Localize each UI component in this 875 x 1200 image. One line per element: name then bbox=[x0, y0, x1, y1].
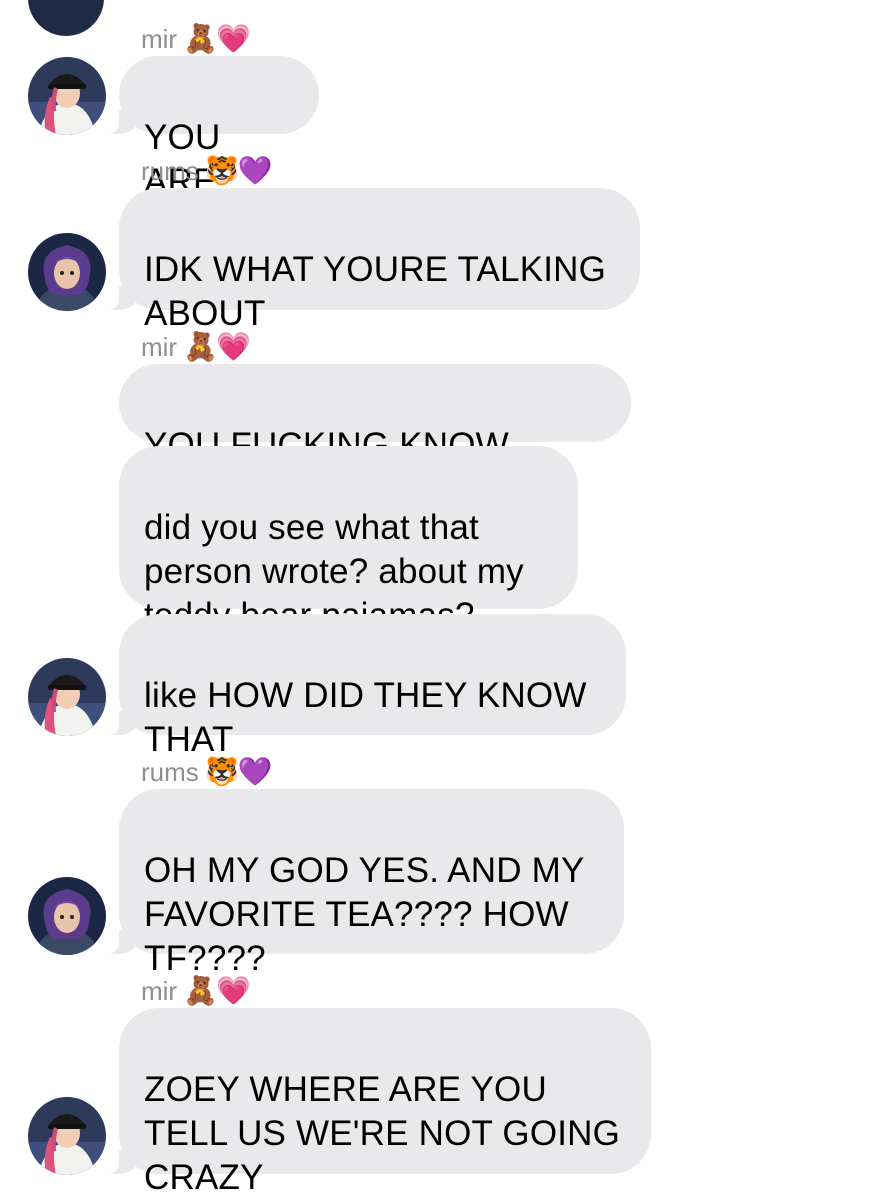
message-bubble[interactable]: YOU FUCKING KNOW RUMI bbox=[119, 364, 631, 509]
mir-avatar[interactable] bbox=[28, 1097, 106, 1175]
sender-emoji-icon: 🐯💜 bbox=[204, 155, 273, 186]
sender-label: mir 🧸💗 bbox=[141, 23, 251, 55]
message-bubble[interactable]: ZOEY WHERE ARE YOU TELL US WE'RE NOT GOI… bbox=[93, 1008, 651, 1197]
sender-name: rums bbox=[141, 156, 199, 186]
sender-emoji-icon: 🧸💗 bbox=[183, 23, 251, 54]
avatar-image-rums bbox=[28, 877, 106, 955]
sender-emoji-icon: 🐯💜 bbox=[204, 756, 273, 787]
sender-name: mir bbox=[141, 976, 178, 1006]
sender-label: mir 🧸💗 bbox=[141, 975, 251, 1007]
sender-name: mir bbox=[141, 332, 178, 362]
sender-emoji-icon: 🧸💗 bbox=[183, 975, 251, 1006]
message-text: like HOW DID THEY KNOW THAT bbox=[144, 676, 587, 759]
rums-avatar[interactable] bbox=[28, 877, 106, 955]
message-bubble[interactable]: IDK WHAT YOURE TALKING ABOUT bbox=[93, 188, 640, 333]
message-text: OH MY GOD YES. AND MY FAVORITE TEA???? H… bbox=[144, 851, 585, 978]
avatar-image-mir bbox=[28, 1097, 106, 1175]
sender-emoji-icon: 🧸💗 bbox=[183, 331, 251, 362]
message-bubble[interactable]: OH MY GOD YES. AND MY FAVORITE TEA???? H… bbox=[93, 789, 624, 978]
message-bubble[interactable]: YOU ARE bbox=[93, 56, 319, 201]
message-bubble[interactable]: did you see what that person wrote? abou… bbox=[119, 446, 578, 635]
avatar-image-rums bbox=[28, 233, 106, 311]
rums-avatar[interactable] bbox=[28, 233, 106, 311]
sender-label: rums 🐯💜 bbox=[141, 155, 273, 187]
mir-avatar[interactable] bbox=[28, 57, 106, 135]
message-text: IDK WHAT YOURE TALKING ABOUT bbox=[144, 250, 607, 333]
sender-label: rums 🐯💜 bbox=[141, 756, 273, 788]
message-text: ZOEY WHERE ARE YOU TELL US WE'RE NOT GOI… bbox=[144, 1070, 621, 1197]
mir-avatar[interactable] bbox=[28, 658, 106, 736]
sender-label: mir 🧸💗 bbox=[141, 331, 251, 363]
previous-avatar bbox=[28, 0, 104, 36]
message-bubble[interactable]: like HOW DID THEY KNOW THAT bbox=[93, 614, 626, 759]
sender-name: mir bbox=[141, 24, 178, 54]
sender-name: rums bbox=[141, 757, 199, 787]
avatar-image-mir bbox=[28, 658, 106, 736]
avatar-image-mir bbox=[28, 57, 106, 135]
